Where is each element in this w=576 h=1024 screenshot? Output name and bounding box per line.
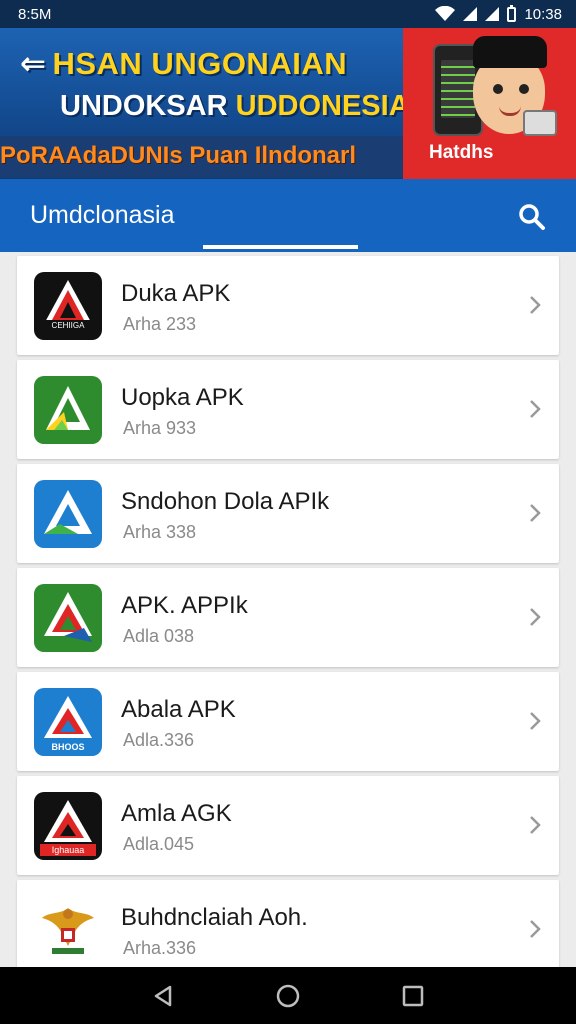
chevron-right-icon	[530, 504, 541, 522]
tab-indicator	[203, 245, 358, 249]
app-title: Umdclonasia	[30, 201, 175, 229]
chevron-right-icon	[530, 712, 541, 730]
app-list: CEHIIGA Duka APK Arha 233 Uopka APK Arha…	[17, 256, 559, 975]
app-logo-green	[34, 584, 102, 652]
status-icons: 10:38	[435, 4, 562, 23]
signal-icon	[485, 7, 500, 21]
list-item[interactable]: CEHIIGA Duka APK Arha 233	[17, 256, 559, 355]
banner-headline: ⇐ HSAN UNGONAIAN	[20, 46, 347, 82]
search-button[interactable]	[512, 197, 552, 237]
app-logo-black: Ighauaa	[34, 792, 102, 860]
icon-tag: BHOOS	[51, 742, 84, 752]
banner-promo-panel: Hatdhs	[403, 28, 576, 179]
banner-subheadline: UNDOKSAR UDDONESIA	[60, 90, 410, 123]
app-subtitle: Adla.336	[123, 730, 195, 750]
app-logo-blue	[34, 480, 102, 548]
search-icon	[519, 204, 545, 230]
app-subtitle: Arha 338	[123, 522, 197, 542]
chevron-right-icon	[530, 400, 541, 418]
app-name: Sndohon Dola APIk	[121, 488, 330, 515]
mascot-eye	[519, 84, 529, 94]
app-name: Buhdnclaiah Aoh.	[121, 904, 308, 931]
chevron-right-icon	[530, 608, 541, 626]
wifi-icon	[435, 6, 456, 21]
promo-banner[interactable]: ⇐ HSAN UNGONAIAN UNDOKSAR UDDONESIA PoRAA…	[0, 28, 576, 179]
list-item[interactable]: Sndohon Dola APIk Arha 338	[17, 464, 559, 563]
promo-label: Hatdhs	[429, 142, 494, 163]
back-button[interactable]	[143, 976, 183, 1016]
signal-icon	[463, 7, 478, 21]
banner-line1-text: HSAN UNGONAIAN	[52, 46, 348, 81]
status-bar: 8:5M 10:38	[0, 0, 576, 28]
back-icon	[154, 985, 171, 1006]
banner-line2-yellow: UDDONESIA	[235, 90, 410, 122]
list-item[interactable]: BHOOS Abala APK Adla.336	[17, 672, 559, 771]
app-logo-green	[34, 376, 102, 444]
arrow-icon: ⇐	[20, 46, 47, 81]
list-item[interactable]: Buhdnclaiah Aoh. Arha.336	[17, 880, 559, 975]
app-name: Abala APK	[121, 696, 236, 723]
app-name: Uopka APK	[121, 384, 244, 411]
home-button[interactable]	[268, 976, 308, 1016]
chevron-right-icon	[530, 296, 541, 314]
app-subtitle: Arha 233	[123, 314, 197, 334]
mascot-eye	[493, 84, 503, 94]
chevron-right-icon	[530, 920, 541, 938]
banner-line2-white: UNDOKSAR	[60, 90, 236, 122]
app-logo-blue: BHOOS	[34, 688, 102, 756]
app-subtitle: Arha 933	[123, 418, 197, 438]
app-name: Amla AGK	[121, 800, 232, 827]
system-nav-bar	[0, 967, 576, 1024]
home-icon	[276, 984, 300, 1007]
banner-tagline: PoRAAdaDUNIs Puan Ilndonarl	[0, 136, 405, 178]
chevron-right-icon	[530, 816, 541, 834]
battery-icon	[507, 4, 517, 22]
status-left-text: 8:5M	[18, 5, 52, 23]
mascot-hat	[473, 36, 547, 68]
app-subtitle: Adla 038	[123, 626, 195, 646]
app-name: Duka APK	[121, 280, 231, 307]
icon-tag: Ighauaa	[52, 845, 85, 855]
list-item[interactable]: APK. APPIk Adla 038	[17, 568, 559, 667]
app-bar: Umdclonasia	[0, 179, 576, 252]
app-name: APK. APPIk	[121, 592, 248, 619]
list-item[interactable]: Ighauaa Amla AGK Adla.045	[17, 776, 559, 875]
banner-line3-text: PoRAAdaDUNIs Puan Ilndonarl	[0, 142, 357, 169]
recents-icon	[403, 985, 424, 1006]
garuda-emblem	[34, 896, 102, 964]
icon-tag: CEHIIGA	[52, 321, 86, 330]
recents-button[interactable]	[393, 976, 433, 1016]
app-subtitle: Arha.336	[123, 938, 197, 958]
app-logo-black: CEHIIGA	[34, 272, 102, 340]
app-subtitle: Adla.045	[123, 834, 195, 854]
status-time: 10:38	[524, 5, 562, 23]
camera-icon	[523, 110, 557, 136]
list-item[interactable]: Uopka APK Arha 933	[17, 360, 559, 459]
